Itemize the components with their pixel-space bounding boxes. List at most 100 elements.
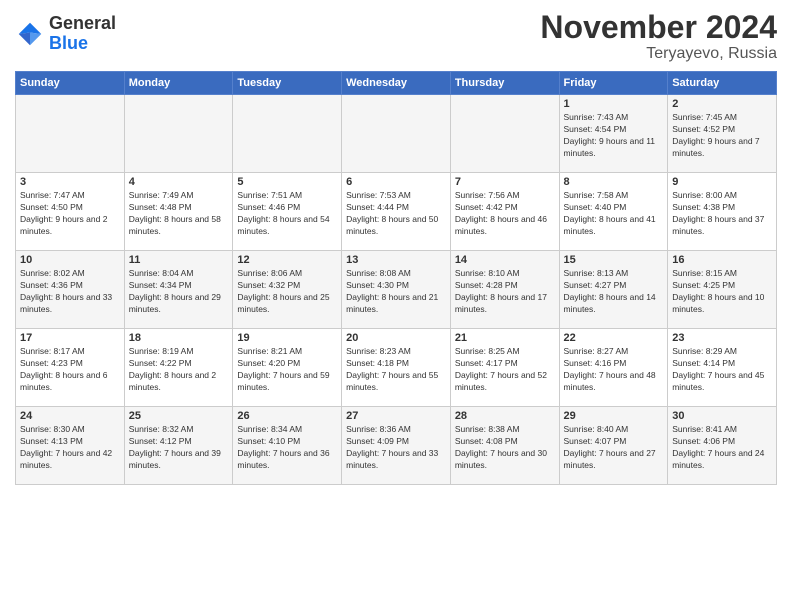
calendar-cell [233,95,342,173]
day-number: 10 [20,254,120,266]
day-info: Sunrise: 8:13 AMSunset: 4:27 PMDaylight:… [564,268,664,316]
day-info: Sunrise: 8:27 AMSunset: 4:16 PMDaylight:… [564,346,664,394]
col-friday: Friday [559,72,668,95]
calendar-cell: 3 Sunrise: 7:47 AMSunset: 4:50 PMDayligh… [16,173,125,251]
day-info: Sunrise: 8:06 AMSunset: 4:32 PMDaylight:… [237,268,337,316]
day-number: 9 [672,176,772,188]
calendar-page: General Blue November 2024 Teryayevo, Ru… [0,0,792,612]
calendar-cell: 6 Sunrise: 7:53 AMSunset: 4:44 PMDayligh… [342,173,451,251]
calendar-cell: 8 Sunrise: 7:58 AMSunset: 4:40 PMDayligh… [559,173,668,251]
month-title: November 2024 [540,10,777,45]
day-number: 17 [20,332,120,344]
calendar-cell [342,95,451,173]
day-number: 12 [237,254,337,266]
day-number: 3 [20,176,120,188]
calendar-cell: 18 Sunrise: 8:19 AMSunset: 4:22 PMDaylig… [124,329,233,407]
calendar-week-0: 1 Sunrise: 7:43 AMSunset: 4:54 PMDayligh… [16,95,777,173]
day-info: Sunrise: 8:40 AMSunset: 4:07 PMDaylight:… [564,424,664,472]
col-wednesday: Wednesday [342,72,451,95]
day-number: 15 [564,254,664,266]
logo-icon [15,19,45,49]
calendar-cell: 19 Sunrise: 8:21 AMSunset: 4:20 PMDaylig… [233,329,342,407]
day-info: Sunrise: 8:02 AMSunset: 4:36 PMDaylight:… [20,268,120,316]
col-tuesday: Tuesday [233,72,342,95]
calendar-cell: 9 Sunrise: 8:00 AMSunset: 4:38 PMDayligh… [668,173,777,251]
day-info: Sunrise: 8:04 AMSunset: 4:34 PMDaylight:… [129,268,229,316]
calendar-cell: 29 Sunrise: 8:40 AMSunset: 4:07 PMDaylig… [559,407,668,485]
calendar-cell: 10 Sunrise: 8:02 AMSunset: 4:36 PMDaylig… [16,251,125,329]
calendar-body: 1 Sunrise: 7:43 AMSunset: 4:54 PMDayligh… [16,95,777,485]
calendar-cell: 22 Sunrise: 8:27 AMSunset: 4:16 PMDaylig… [559,329,668,407]
day-number: 4 [129,176,229,188]
calendar-cell: 4 Sunrise: 7:49 AMSunset: 4:48 PMDayligh… [124,173,233,251]
day-info: Sunrise: 7:53 AMSunset: 4:44 PMDaylight:… [346,190,446,238]
day-info: Sunrise: 8:41 AMSunset: 4:06 PMDaylight:… [672,424,772,472]
calendar-table: Sunday Monday Tuesday Wednesday Thursday… [15,71,777,485]
day-info: Sunrise: 8:23 AMSunset: 4:18 PMDaylight:… [346,346,446,394]
day-info: Sunrise: 8:08 AMSunset: 4:30 PMDaylight:… [346,268,446,316]
day-info: Sunrise: 8:15 AMSunset: 4:25 PMDaylight:… [672,268,772,316]
day-info: Sunrise: 8:25 AMSunset: 4:17 PMDaylight:… [455,346,555,394]
calendar-week-1: 3 Sunrise: 7:47 AMSunset: 4:50 PMDayligh… [16,173,777,251]
logo-line1: General [49,14,116,34]
calendar-cell: 24 Sunrise: 8:30 AMSunset: 4:13 PMDaylig… [16,407,125,485]
day-number: 29 [564,410,664,422]
day-number: 14 [455,254,555,266]
day-info: Sunrise: 7:47 AMSunset: 4:50 PMDaylight:… [20,190,120,238]
calendar-week-3: 17 Sunrise: 8:17 AMSunset: 4:23 PMDaylig… [16,329,777,407]
day-info: Sunrise: 8:10 AMSunset: 4:28 PMDaylight:… [455,268,555,316]
calendar-cell: 13 Sunrise: 8:08 AMSunset: 4:30 PMDaylig… [342,251,451,329]
day-number: 16 [672,254,772,266]
calendar-cell: 11 Sunrise: 8:04 AMSunset: 4:34 PMDaylig… [124,251,233,329]
calendar-cell: 7 Sunrise: 7:56 AMSunset: 4:42 PMDayligh… [450,173,559,251]
day-info: Sunrise: 7:43 AMSunset: 4:54 PMDaylight:… [564,112,664,160]
calendar-week-2: 10 Sunrise: 8:02 AMSunset: 4:36 PMDaylig… [16,251,777,329]
col-saturday: Saturday [668,72,777,95]
day-number: 13 [346,254,446,266]
calendar-cell: 30 Sunrise: 8:41 AMSunset: 4:06 PMDaylig… [668,407,777,485]
day-number: 19 [237,332,337,344]
calendar-cell: 16 Sunrise: 8:15 AMSunset: 4:25 PMDaylig… [668,251,777,329]
col-thursday: Thursday [450,72,559,95]
day-number: 20 [346,332,446,344]
location: Teryayevo, Russia [540,45,777,63]
day-number: 21 [455,332,555,344]
day-number: 26 [237,410,337,422]
day-info: Sunrise: 8:30 AMSunset: 4:13 PMDaylight:… [20,424,120,472]
calendar-cell: 28 Sunrise: 8:38 AMSunset: 4:08 PMDaylig… [450,407,559,485]
day-info: Sunrise: 7:51 AMSunset: 4:46 PMDaylight:… [237,190,337,238]
day-number: 1 [564,98,664,110]
col-monday: Monday [124,72,233,95]
header: General Blue November 2024 Teryayevo, Ru… [15,10,777,63]
day-number: 18 [129,332,229,344]
day-number: 22 [564,332,664,344]
calendar-cell: 20 Sunrise: 8:23 AMSunset: 4:18 PMDaylig… [342,329,451,407]
day-number: 27 [346,410,446,422]
day-info: Sunrise: 8:38 AMSunset: 4:08 PMDaylight:… [455,424,555,472]
calendar-header: Sunday Monday Tuesday Wednesday Thursday… [16,72,777,95]
calendar-cell [16,95,125,173]
title-block: November 2024 Teryayevo, Russia [540,10,777,63]
calendar-cell: 21 Sunrise: 8:25 AMSunset: 4:17 PMDaylig… [450,329,559,407]
day-info: Sunrise: 7:45 AMSunset: 4:52 PMDaylight:… [672,112,772,160]
day-number: 7 [455,176,555,188]
calendar-cell: 23 Sunrise: 8:29 AMSunset: 4:14 PMDaylig… [668,329,777,407]
day-number: 8 [564,176,664,188]
calendar-cell [124,95,233,173]
day-number: 24 [20,410,120,422]
day-number: 25 [129,410,229,422]
day-number: 6 [346,176,446,188]
calendar-cell: 27 Sunrise: 8:36 AMSunset: 4:09 PMDaylig… [342,407,451,485]
day-number: 2 [672,98,772,110]
logo: General Blue [15,14,116,54]
day-info: Sunrise: 8:00 AMSunset: 4:38 PMDaylight:… [672,190,772,238]
day-info: Sunrise: 8:32 AMSunset: 4:12 PMDaylight:… [129,424,229,472]
calendar-cell [450,95,559,173]
day-info: Sunrise: 7:56 AMSunset: 4:42 PMDaylight:… [455,190,555,238]
day-info: Sunrise: 8:21 AMSunset: 4:20 PMDaylight:… [237,346,337,394]
calendar-week-4: 24 Sunrise: 8:30 AMSunset: 4:13 PMDaylig… [16,407,777,485]
calendar-cell: 15 Sunrise: 8:13 AMSunset: 4:27 PMDaylig… [559,251,668,329]
day-number: 11 [129,254,229,266]
calendar-cell: 17 Sunrise: 8:17 AMSunset: 4:23 PMDaylig… [16,329,125,407]
calendar-cell: 1 Sunrise: 7:43 AMSunset: 4:54 PMDayligh… [559,95,668,173]
